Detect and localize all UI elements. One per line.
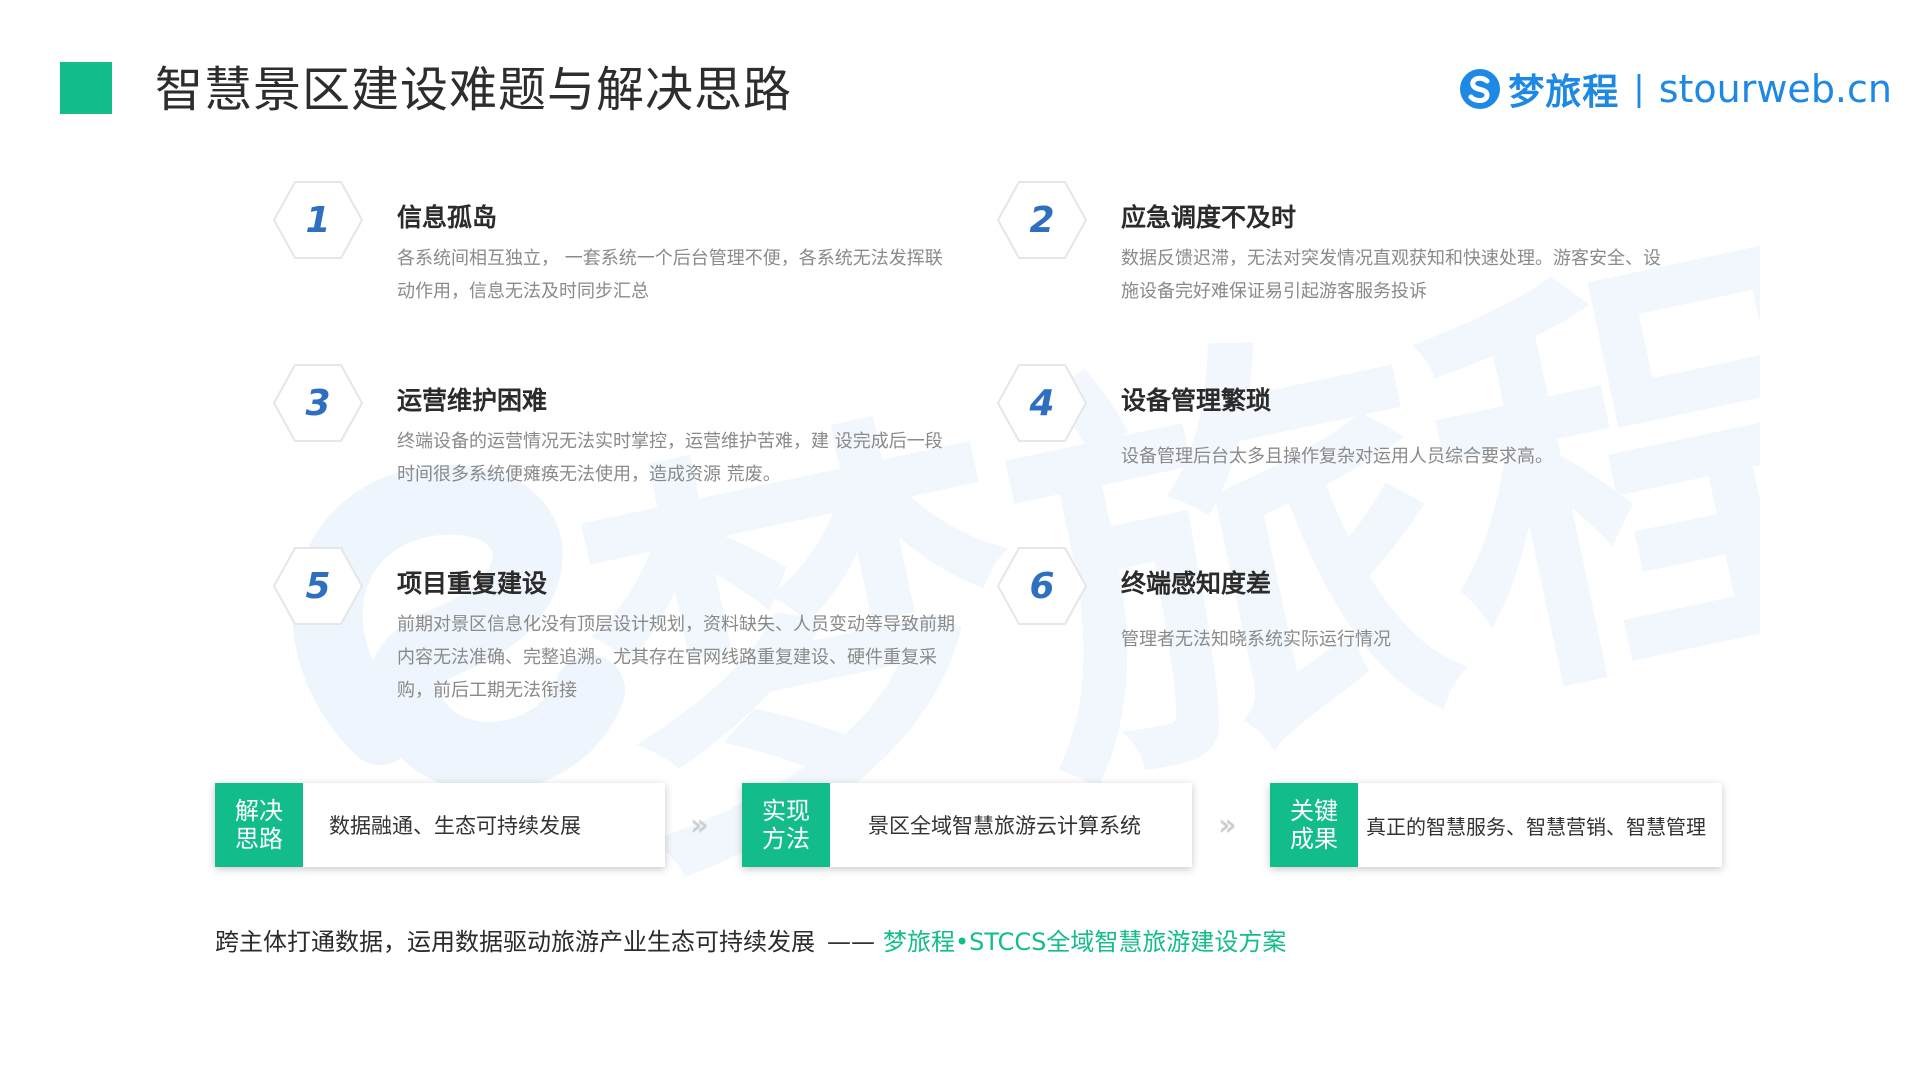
solution-box-method: 实现方法 景区全域智慧旅游云计算系统 [742, 783, 1192, 867]
hexagon-badge: 3 [272, 363, 364, 443]
item-title: 应急调度不及时 [1121, 203, 1297, 232]
item-description: 各系统间相互独立， 一套系统一个后台管理不便，各系统无法发挥联动作用，信息无法及… [397, 248, 943, 302]
brand-separator: | [1633, 69, 1645, 109]
hexagon-badge: 1 [272, 180, 364, 260]
brand: 梦旅程 | stourweb.cn [1458, 62, 1892, 116]
item-description: 前期对景区信息化没有顶层设计规划，资料缺失、人员变动等导致前期内容无法准确、完整… [397, 614, 955, 701]
footer-accent: 梦旅程•STCCS全域智慧旅游建设方案 [883, 928, 1287, 956]
item-number: 3 [305, 382, 331, 424]
item-description: 设备管理后台太多且操作复杂对运用人员综合要求高。 [1121, 446, 1553, 467]
solution-tag: 关键成果 [1270, 783, 1358, 867]
hexagon-badge: 4 [996, 363, 1088, 443]
item-number: 6 [1029, 565, 1055, 607]
solution-text: 真正的智慧服务、智慧营销、智慧管理 [1366, 814, 1706, 839]
problem-item-3: 3 运营维护困难 终端设备的运营情况无法实时掌控，运营维护苦难，建 设完成后一段… [272, 363, 972, 513]
item-title: 终端感知度差 [1121, 569, 1272, 598]
hexagon-badge: 2 [996, 180, 1088, 260]
page-title: 智慧景区建设难题与解决思路 [155, 62, 793, 118]
item-number: 5 [305, 565, 331, 607]
solution-text: 景区全域智慧旅游云计算系统 [868, 814, 1141, 838]
footer-statement: 跨主体打通数据，运用数据驱动旅游产业生态可持续发展 —— 梦旅程•STCCS全域智慧… [215, 922, 1286, 957]
solution-box-result: 关键成果 真正的智慧服务、智慧营销、智慧管理 [1270, 783, 1722, 867]
solution-tag: 解决思路 [215, 783, 303, 867]
item-number: 1 [305, 199, 331, 241]
problem-item-6: 6 终端感知度差 管理者无法知晓系统实际运行情况 [996, 546, 1696, 696]
problem-item-5: 5 项目重复建设 前期对景区信息化没有顶层设计规划，资料缺失、人员变动等导致前期… [272, 546, 972, 701]
item-description: 管理者无法知晓系统实际运行情况 [1121, 629, 1391, 650]
item-number: 4 [1029, 382, 1055, 424]
item-title: 设备管理繁琐 [1121, 386, 1272, 415]
problem-item-4: 4 设备管理繁琐 设备管理后台太多且操作复杂对运用人员综合要求高。 [996, 363, 1696, 513]
brand-name: 梦旅程 [1508, 72, 1620, 113]
chevron-right-icon: ›› [1218, 808, 1237, 843]
footer-dash: —— [827, 928, 875, 956]
brand-url: stourweb.cn [1658, 67, 1892, 111]
item-description: 数据反馈迟滞，无法对突发情况直观获知和快速处理。游客安全、设施设备完好难保证易引… [1121, 248, 1661, 302]
hexagon-badge: 6 [996, 546, 1088, 626]
item-number: 2 [1029, 199, 1055, 241]
problem-item-1: 1 信息孤岛 各系统间相互独立， 一套系统一个后台管理不便，各系统无法发挥联动作… [272, 180, 972, 330]
item-description: 终端设备的运营情况无法实时掌控，运营维护苦难，建 设完成后一段时间很多系统便瘫痪… [397, 431, 943, 485]
solution-text: 数据融通、生态可持续发展 [329, 814, 581, 838]
solution-box-approach: 解决思路 数据融通、生态可持续发展 [215, 783, 665, 867]
item-title: 项目重复建设 [397, 569, 548, 598]
title-accent-block [60, 62, 112, 114]
hexagon-badge: 5 [272, 546, 364, 626]
brand-logo-icon [1460, 69, 1501, 109]
item-title: 运营维护困难 [397, 386, 548, 415]
chevron-right-icon: ›› [690, 808, 709, 843]
footer-text: 跨主体打通数据，运用数据驱动旅游产业生态可持续发展 [215, 928, 815, 956]
item-title: 信息孤岛 [397, 203, 498, 232]
problem-item-2: 2 应急调度不及时 数据反馈迟滞，无法对突发情况直观获知和快速处理。游客安全、设… [996, 180, 1696, 330]
solution-tag: 实现方法 [742, 783, 830, 867]
